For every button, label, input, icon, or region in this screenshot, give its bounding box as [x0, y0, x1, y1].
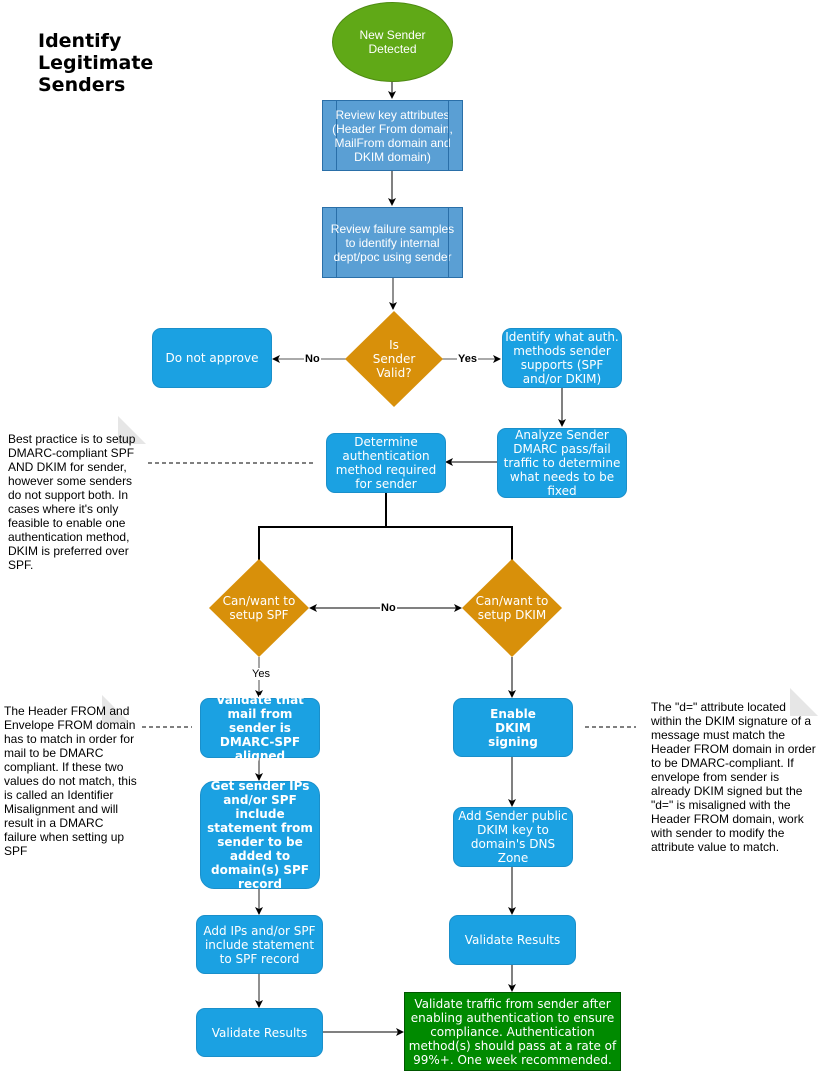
add-ips-node[interactable]: Add IPs and/or SPF include statement to …: [196, 915, 323, 974]
note-header-from: The Header FROM and Envelope FROM domain…: [4, 704, 137, 858]
title-line: Senders: [38, 74, 126, 96]
review-attributes-label: Review key attributes (Header From domai…: [332, 107, 453, 164]
validate-results-spf-node[interactable]: Validate Results: [196, 1008, 323, 1057]
can-dkim-text: Can/want to setup DKIM: [475, 594, 549, 622]
enable-dkim-label: Enable DKIM signing: [488, 706, 538, 749]
can-spf-text: Can/want to setup SPF: [222, 594, 296, 622]
determine-method-label: Determine authentication method required…: [335, 435, 437, 491]
edge-label-yes-spf: Yes: [251, 668, 271, 680]
validate-results-dkim-node[interactable]: Validate Results: [449, 915, 576, 965]
title-line: Identify: [38, 30, 122, 52]
can-spf-label: Can/want to setup SPF: [205, 590, 313, 626]
identify-methods-label: Identify what auth. methods sender suppo…: [505, 330, 619, 386]
review-failures-label: Review failure samples to identify inter…: [330, 221, 455, 264]
is-valid-text: Is Sender Valid?: [372, 338, 416, 380]
add-dkim-key-node[interactable]: Add Sender public DKIM key to domain's D…: [453, 807, 573, 867]
add-dkim-key-label: Add Sender public DKIM key to domain's D…: [458, 809, 568, 865]
get-sender-ips-node[interactable]: Get sender IPs and/or SPF include statem…: [200, 779, 320, 891]
title-line: Legitimate: [38, 52, 154, 74]
validate-results-spf-label: Validate Results: [211, 1025, 308, 1040]
review-failures-node[interactable]: Review failure samples to identify inter…: [322, 207, 463, 278]
enable-dkim-node[interactable]: Enable DKIM signing: [453, 698, 573, 757]
start-node-label: New Sender Detected: [359, 28, 426, 56]
start-node[interactable]: New Sender Detected: [332, 2, 453, 82]
do-not-approve-label: Do not approve: [165, 351, 259, 365]
validate-spf-aligned-node[interactable]: Validate that mail from sender is DMARC-…: [200, 693, 320, 763]
edge-label-no-between: No: [380, 602, 397, 614]
get-sender-ips-label: Get sender IPs and/or SPF include statem…: [207, 779, 313, 891]
edge-determine-split-right: [386, 526, 513, 560]
is-valid-label: Is Sender Valid?: [350, 338, 438, 380]
can-dkim-label: Can/want to setup DKIM: [458, 590, 566, 626]
analyze-traffic-label: Analyze Sender DMARC pass/fail traffic t…: [503, 428, 621, 498]
page-title: Identify Legitimate Senders: [38, 30, 153, 96]
note-dkim-d-attribute: The "d=" attribute located within the DK…: [651, 700, 816, 854]
note-best-practice: Best practice is to setup DMARC-complian…: [8, 432, 136, 572]
process-bar: [448, 101, 462, 170]
process-bar: [448, 208, 462, 277]
add-ips-label: Add IPs and/or SPF include statement to …: [203, 923, 316, 966]
edge-determine-split: [258, 493, 387, 560]
review-attributes-node[interactable]: Review key attributes (Header From domai…: [322, 100, 463, 171]
determine-method-node[interactable]: Determine authentication method required…: [326, 433, 446, 493]
do-not-approve-node[interactable]: Do not approve: [152, 328, 272, 388]
final-validate-node[interactable]: Validate traffic from sender after enabl…: [404, 992, 621, 1071]
analyze-traffic-node[interactable]: Analyze Sender DMARC pass/fail traffic t…: [497, 428, 627, 498]
final-validate-label: Validate traffic from sender after enabl…: [408, 996, 617, 1067]
identify-methods-node[interactable]: Identify what auth. methods sender suppo…: [502, 328, 622, 388]
edge-label-yes-valid: Yes: [457, 353, 478, 365]
edge-label-no-valid: No: [304, 353, 321, 365]
validate-results-dkim-label: Validate Results: [464, 933, 561, 947]
validate-spf-aligned-label: Validate that mail from sender is DMARC-…: [216, 693, 304, 763]
